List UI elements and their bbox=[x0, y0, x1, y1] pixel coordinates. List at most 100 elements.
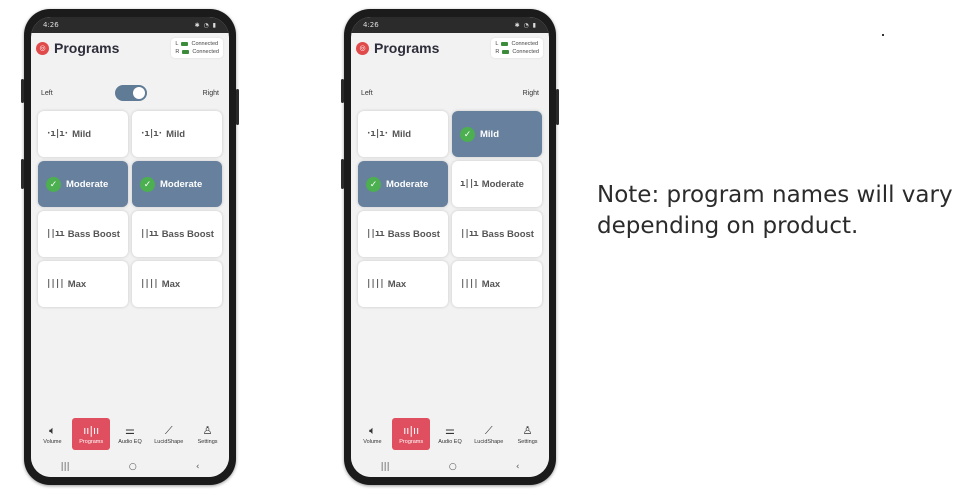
ear-toggle-row: Left Right bbox=[31, 85, 229, 101]
back-button[interactable]: ‹ bbox=[196, 462, 200, 472]
waveform-icon: ||ıı bbox=[460, 229, 479, 239]
program-tile-moderate-left[interactable]: ✓ Moderate bbox=[358, 161, 448, 207]
system-nav: ||| ○ ‹ bbox=[351, 457, 549, 477]
sliders-icon: ⚌ bbox=[445, 423, 455, 437]
ear-label-row: Left Right bbox=[351, 85, 549, 101]
chart-icon: ⟋ bbox=[484, 423, 493, 437]
bottom-nav: 🔈︎ Volume ıı|ıı Programs ⚌ Audio EQ ⟋ LucidS… bbox=[31, 416, 229, 452]
person-icon: ♙ bbox=[522, 423, 533, 437]
status-bar: 4:26 ✱ ◔ ▮ bbox=[31, 17, 229, 33]
toggle-left-label: Left bbox=[41, 89, 53, 97]
nav-volume[interactable]: 🔈︎ Volume bbox=[353, 418, 391, 450]
person-icon: ♙ bbox=[202, 423, 213, 437]
note-text: Note: program names will vary depending … bbox=[597, 182, 953, 239]
system-nav: ||| ○ ‹ bbox=[31, 457, 229, 477]
program-tile-mild-left[interactable]: ·ı|ı· Mild bbox=[358, 111, 448, 157]
program-tile-bass-boost-left[interactable]: ||ıı Bass Boost bbox=[38, 211, 128, 257]
page-title: Programs bbox=[374, 40, 440, 56]
check-icon: ✓ bbox=[366, 176, 381, 192]
power-button bbox=[556, 89, 559, 125]
back-button[interactable]: ‹ bbox=[516, 462, 520, 472]
status-time: 4:26 bbox=[363, 21, 379, 29]
nav-audio-eq[interactable]: ⚌ Audio EQ bbox=[431, 418, 469, 450]
volume-up-button bbox=[341, 79, 344, 103]
status-icons: ✱ ◔ ▮ bbox=[194, 21, 217, 29]
page-title: Programs bbox=[54, 40, 120, 56]
recents-button[interactable]: ||| bbox=[61, 462, 70, 472]
phone-right: 4:26 ✱ ◔ ▮ ◎ Programs L Connected R Connec… bbox=[341, 9, 559, 485]
home-button[interactable]: ○ bbox=[129, 462, 137, 472]
nav-programs[interactable]: ıı|ıı Programs bbox=[392, 418, 431, 450]
status-bar: 4:26 ✱ ◔ ▮ bbox=[351, 17, 549, 33]
program-tile-moderate-right[interactable]: ı||ı Moderate bbox=[452, 161, 542, 207]
check-icon: ✓ bbox=[46, 176, 61, 192]
app-header: ◎ Programs L Connected R Connected bbox=[31, 33, 229, 63]
nav-settings[interactable]: ♙ Settings bbox=[189, 418, 227, 450]
program-tile-moderate-right[interactable]: ✓ Moderate bbox=[132, 161, 222, 207]
volume-down-button bbox=[341, 159, 344, 189]
waveform-icon: ·ı|ı· bbox=[140, 129, 163, 139]
sliders-icon: ⚌ bbox=[125, 423, 135, 437]
battery-icon bbox=[502, 50, 510, 54]
chart-icon: ⟋ bbox=[164, 423, 173, 437]
ear-link-toggle[interactable] bbox=[115, 85, 147, 101]
nav-lucidshape[interactable]: ⟋ LucidShape bbox=[470, 418, 508, 450]
waveform-icon: |||| bbox=[46, 279, 65, 289]
waveform-icon: ı||ı bbox=[460, 179, 479, 189]
nav-settings[interactable]: ♙ Settings bbox=[509, 418, 547, 450]
nav-lucidshape[interactable]: ⟋ LucidShape bbox=[150, 418, 188, 450]
check-icon: ✓ bbox=[460, 126, 475, 142]
battery-icon bbox=[181, 42, 189, 46]
connection-status: L Connected R Connected bbox=[491, 38, 543, 58]
program-tile-max-right[interactable]: |||| Max bbox=[452, 261, 542, 307]
speaker-icon: 🔈︎ bbox=[369, 423, 376, 437]
connection-status: L Connected R Connected bbox=[171, 38, 223, 58]
waveform-icon: ıı|ıı bbox=[403, 423, 420, 437]
program-tile-bass-boost-right[interactable]: ||ıı Bass Boost bbox=[452, 211, 542, 257]
waveform-icon: ·ı|ı· bbox=[366, 129, 389, 139]
program-tile-max-right[interactable]: |||| Max bbox=[132, 261, 222, 307]
phone-screen: 4:26 ✱ ◔ ▮ ◎ Programs L Connected R Connec… bbox=[31, 17, 229, 477]
right-label: Right bbox=[522, 89, 539, 97]
app-logo-icon: ◎ bbox=[356, 41, 369, 55]
phone-left: 4:26 ✱ ◔ ▮ ◎ Programs L Connected R Connec… bbox=[21, 9, 239, 485]
battery-icon bbox=[501, 42, 509, 46]
waveform-icon: ||ıı bbox=[366, 229, 385, 239]
program-tile-bass-boost-right[interactable]: ||ıı Bass Boost bbox=[132, 211, 222, 257]
waveform-icon: ıı|ıı bbox=[83, 423, 100, 437]
nav-audio-eq[interactable]: ⚌ Audio EQ bbox=[111, 418, 149, 450]
toggle-right-label: Right bbox=[202, 89, 219, 97]
app-header: ◎ Programs L Connected R Connected bbox=[351, 33, 549, 63]
left-label: Left bbox=[361, 89, 373, 97]
volume-up-button bbox=[21, 79, 24, 103]
program-tile-mild-left[interactable]: ·ı|ı· Mild bbox=[38, 111, 128, 157]
nav-volume[interactable]: 🔈︎ Volume bbox=[33, 418, 71, 450]
recents-button[interactable]: ||| bbox=[381, 462, 390, 472]
nav-programs[interactable]: ıı|ıı Programs bbox=[72, 418, 111, 450]
waveform-icon: |||| bbox=[460, 279, 479, 289]
waveform-icon: ||ıı bbox=[140, 229, 159, 239]
program-tile-mild-right[interactable]: ·ı|ı· Mild bbox=[132, 111, 222, 157]
phone-screen: 4:26 ✱ ◔ ▮ ◎ Programs L Connected R Connec… bbox=[351, 17, 549, 477]
status-icons: ✱ ◔ ▮ bbox=[514, 21, 537, 29]
program-tile-max-left[interactable]: |||| Max bbox=[38, 261, 128, 307]
bottom-nav: 🔈︎ Volume ıı|ıı Programs ⚌ Audio EQ ⟋ LucidS… bbox=[351, 416, 549, 452]
waveform-icon: ·ı|ı· bbox=[46, 129, 69, 139]
stray-dot bbox=[882, 34, 884, 36]
waveform-icon: |||| bbox=[140, 279, 159, 289]
app-logo-icon: ◎ bbox=[36, 41, 49, 55]
toggle-knob bbox=[133, 87, 145, 99]
check-icon: ✓ bbox=[140, 176, 155, 192]
home-button[interactable]: ○ bbox=[449, 462, 457, 472]
waveform-icon: |||| bbox=[366, 279, 385, 289]
status-time: 4:26 bbox=[43, 21, 59, 29]
speaker-icon: 🔈︎ bbox=[49, 423, 56, 437]
program-tile-max-left[interactable]: |||| Max bbox=[358, 261, 448, 307]
program-tile-moderate-left[interactable]: ✓ Moderate bbox=[38, 161, 128, 207]
program-tile-mild-right[interactable]: ✓ Mild bbox=[452, 111, 542, 157]
program-tile-bass-boost-left[interactable]: ||ıı Bass Boost bbox=[358, 211, 448, 257]
power-button bbox=[236, 89, 239, 125]
volume-down-button bbox=[21, 159, 24, 189]
waveform-icon: ||ıı bbox=[46, 229, 65, 239]
battery-icon bbox=[182, 50, 190, 54]
